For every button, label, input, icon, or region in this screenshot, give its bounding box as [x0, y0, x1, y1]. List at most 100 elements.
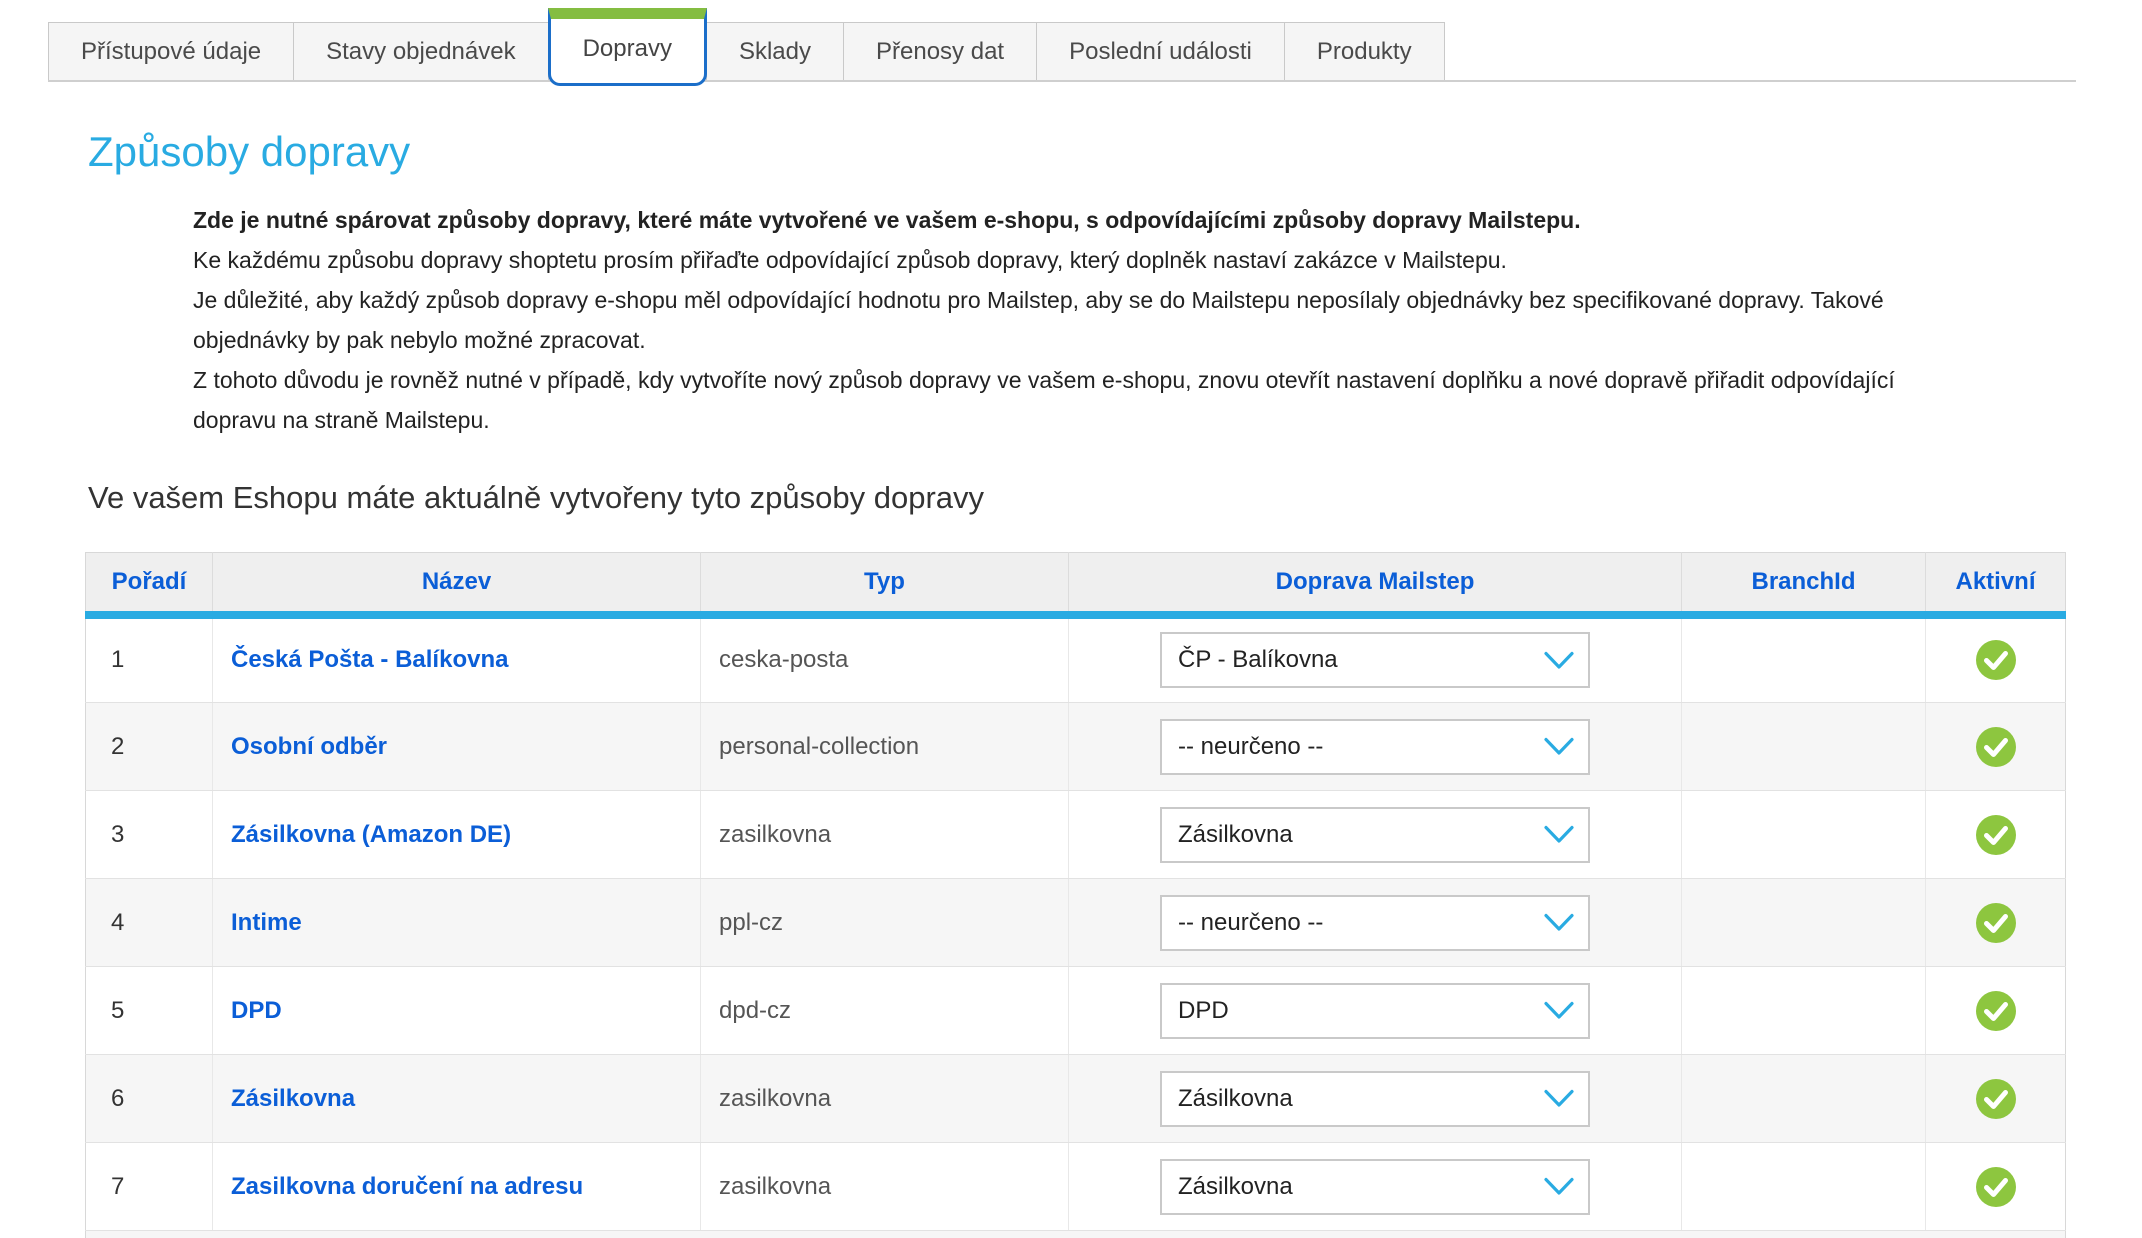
order-cell: 6	[86, 1055, 213, 1143]
selected-transport-value: -- neurčeno --	[1178, 733, 1323, 761]
table-row: 7Zasilkovna doručení na adresuzasilkovna…	[86, 1143, 2066, 1231]
chevron-down-icon	[1544, 1001, 1574, 1020]
tab-strip: Přístupové údajeStavy objednávekDopravyS…	[48, 8, 2076, 82]
chevron-down-icon	[1544, 825, 1574, 844]
selected-transport-value: Zásilkovna	[1178, 1173, 1293, 1201]
branchid-cell	[1682, 1143, 1926, 1231]
tab-stavy-objednavek[interactable]: Stavy objednávek	[293, 22, 548, 80]
branchid-cell	[1682, 967, 1926, 1055]
transport-name-link[interactable]: Zasilkovna doručení na adresu	[231, 1173, 583, 1200]
tab-dopravy[interactable]: Dopravy	[548, 8, 707, 86]
name-cell: DPD	[213, 967, 701, 1055]
mailstep-cell: Zásilkovna	[1069, 1143, 1682, 1231]
order-cell: 5	[86, 967, 213, 1055]
table-row	[86, 1231, 2066, 1238]
table-row: 6ZásilkovnazasilkovnaZásilkovna	[86, 1055, 2066, 1143]
active-check-icon	[1975, 1166, 2017, 1208]
table-heading: Ve vašem Eshopu máte aktuálně vytvořeny …	[88, 480, 2142, 516]
column-header-poradi: Pořadí	[86, 553, 213, 615]
selected-transport-value: Zásilkovna	[1178, 821, 1293, 849]
name-cell: Zasilkovna doručení na adresu	[213, 1143, 701, 1231]
intro-text: Zde je nutné spárovat způsoby dopravy, k…	[193, 200, 1955, 440]
mailstep-cell: ČP - Balíkovna	[1069, 615, 1682, 703]
name-cell: Zásilkovna	[213, 1055, 701, 1143]
mailstep-cell: Zásilkovna	[1069, 1055, 1682, 1143]
order-cell: 2	[86, 703, 213, 791]
active-cell	[1926, 967, 2066, 1055]
branchid-cell	[1682, 1055, 1926, 1143]
mailstep-cell: -- neurčeno --	[1069, 879, 1682, 967]
name-cell: Intime	[213, 879, 701, 967]
chevron-down-icon	[1544, 1089, 1574, 1108]
type-cell: dpd-cz	[701, 967, 1069, 1055]
active-cell	[1926, 1055, 2066, 1143]
transport-name-link[interactable]: Zásilkovna (Amazon DE)	[231, 821, 511, 848]
active-check-icon	[1975, 902, 2017, 944]
mailstep-transport-select[interactable]: DPD	[1160, 983, 1590, 1039]
transport-name-link[interactable]: Česká Pošta - Balíkovna	[231, 646, 508, 673]
column-header-branchid: BranchId	[1682, 553, 1926, 615]
order-cell: 7	[86, 1143, 213, 1231]
intro-paragraph: Ke každému způsobu dopravy shoptetu pros…	[193, 240, 1955, 280]
mailstep-transport-select[interactable]: Zásilkovna	[1160, 807, 1590, 863]
column-header-typ: Typ	[701, 553, 1069, 615]
tab-pristupove-udaje[interactable]: Přístupové údaje	[48, 22, 294, 80]
tab-sklady[interactable]: Sklady	[706, 22, 844, 80]
order-cell: 3	[86, 791, 213, 879]
tab-posledni-udalosti[interactable]: Poslední události	[1036, 22, 1285, 80]
active-cell	[1926, 615, 2066, 703]
active-check-icon	[1975, 726, 2017, 768]
branchid-cell	[1682, 615, 1926, 703]
column-header-aktivni: Aktivní	[1926, 553, 2066, 615]
mailstep-transport-select[interactable]: Zásilkovna	[1160, 1159, 1590, 1215]
type-cell: ppl-cz	[701, 879, 1069, 967]
transport-table-header: Pořadí Název Typ Doprava Mailstep Branch…	[86, 553, 2066, 615]
tab-produkty[interactable]: Produkty	[1284, 22, 1445, 80]
intro-paragraph: Zde je nutné spárovat způsoby dopravy, k…	[193, 200, 1955, 240]
active-check-icon	[1975, 814, 2017, 856]
selected-transport-value: Zásilkovna	[1178, 1085, 1293, 1113]
mailstep-cell: -- neurčeno --	[1069, 703, 1682, 791]
mailstep-transport-select[interactable]: ČP - Balíkovna	[1160, 632, 1590, 688]
name-cell: Osobní odběr	[213, 703, 701, 791]
active-cell	[1926, 879, 2066, 967]
table-row: 5 DPD dpd-cz DPD	[86, 967, 2066, 1055]
name-cell: Zásilkovna (Amazon DE)	[213, 791, 701, 879]
selected-transport-value: DPD	[1178, 997, 1229, 1025]
active-cell	[1926, 1143, 2066, 1231]
selected-transport-value: -- neurčeno --	[1178, 909, 1323, 937]
type-cell: ceska-posta	[701, 615, 1069, 703]
active-check-icon	[1975, 1078, 2017, 1120]
chevron-down-icon	[1544, 651, 1574, 670]
mailstep-transport-select[interactable]: Zásilkovna	[1160, 1071, 1590, 1127]
intro-paragraph: Je důležité, aby každý způsob dopravy e-…	[193, 280, 1955, 360]
active-check-icon	[1975, 990, 2017, 1032]
transport-name-link[interactable]: Intime	[231, 909, 302, 936]
mailstep-transport-select[interactable]: -- neurčeno --	[1160, 895, 1590, 951]
column-header-doprava-mailstep: Doprava Mailstep	[1069, 553, 1682, 615]
order-cell: 1	[86, 615, 213, 703]
active-cell	[1926, 703, 2066, 791]
column-header-nazev: Název	[213, 553, 701, 615]
branchid-cell	[1682, 879, 1926, 967]
table-row: 4 Intime ppl-cz -- neurčeno --	[86, 879, 2066, 967]
active-check-icon	[1975, 639, 2017, 681]
chevron-down-icon	[1544, 737, 1574, 756]
order-cell: 4	[86, 879, 213, 967]
transport-table: Pořadí Název Typ Doprava Mailstep Branch…	[85, 552, 2066, 1238]
transport-name-link[interactable]: DPD	[231, 997, 282, 1024]
transport-name-link[interactable]: Osobní odběr	[231, 733, 387, 760]
table-row: 3Zásilkovna (Amazon DE)zasilkovnaZásilko…	[86, 791, 2066, 879]
intro-paragraph: Z tohoto důvodu je rovněž nutné v případ…	[193, 360, 1955, 440]
transport-table-body: 1 Česká Pošta - Balíkovna ceska-posta ČP - …	[86, 615, 2066, 1238]
tab-prenosy-dat[interactable]: Přenosy dat	[843, 22, 1037, 80]
name-cell: Česká Pošta - Balíkovna	[213, 615, 701, 703]
branchid-cell	[1682, 703, 1926, 791]
transport-name-link[interactable]: Zásilkovna	[231, 1085, 355, 1112]
chevron-down-icon	[1544, 913, 1574, 932]
mailstep-cell: DPD	[1069, 967, 1682, 1055]
active-cell	[1926, 791, 2066, 879]
type-cell: personal-collection	[701, 703, 1069, 791]
mailstep-transport-select[interactable]: -- neurčeno --	[1160, 719, 1590, 775]
table-row: 1 Česká Pošta - Balíkovna ceska-posta ČP - …	[86, 615, 2066, 703]
